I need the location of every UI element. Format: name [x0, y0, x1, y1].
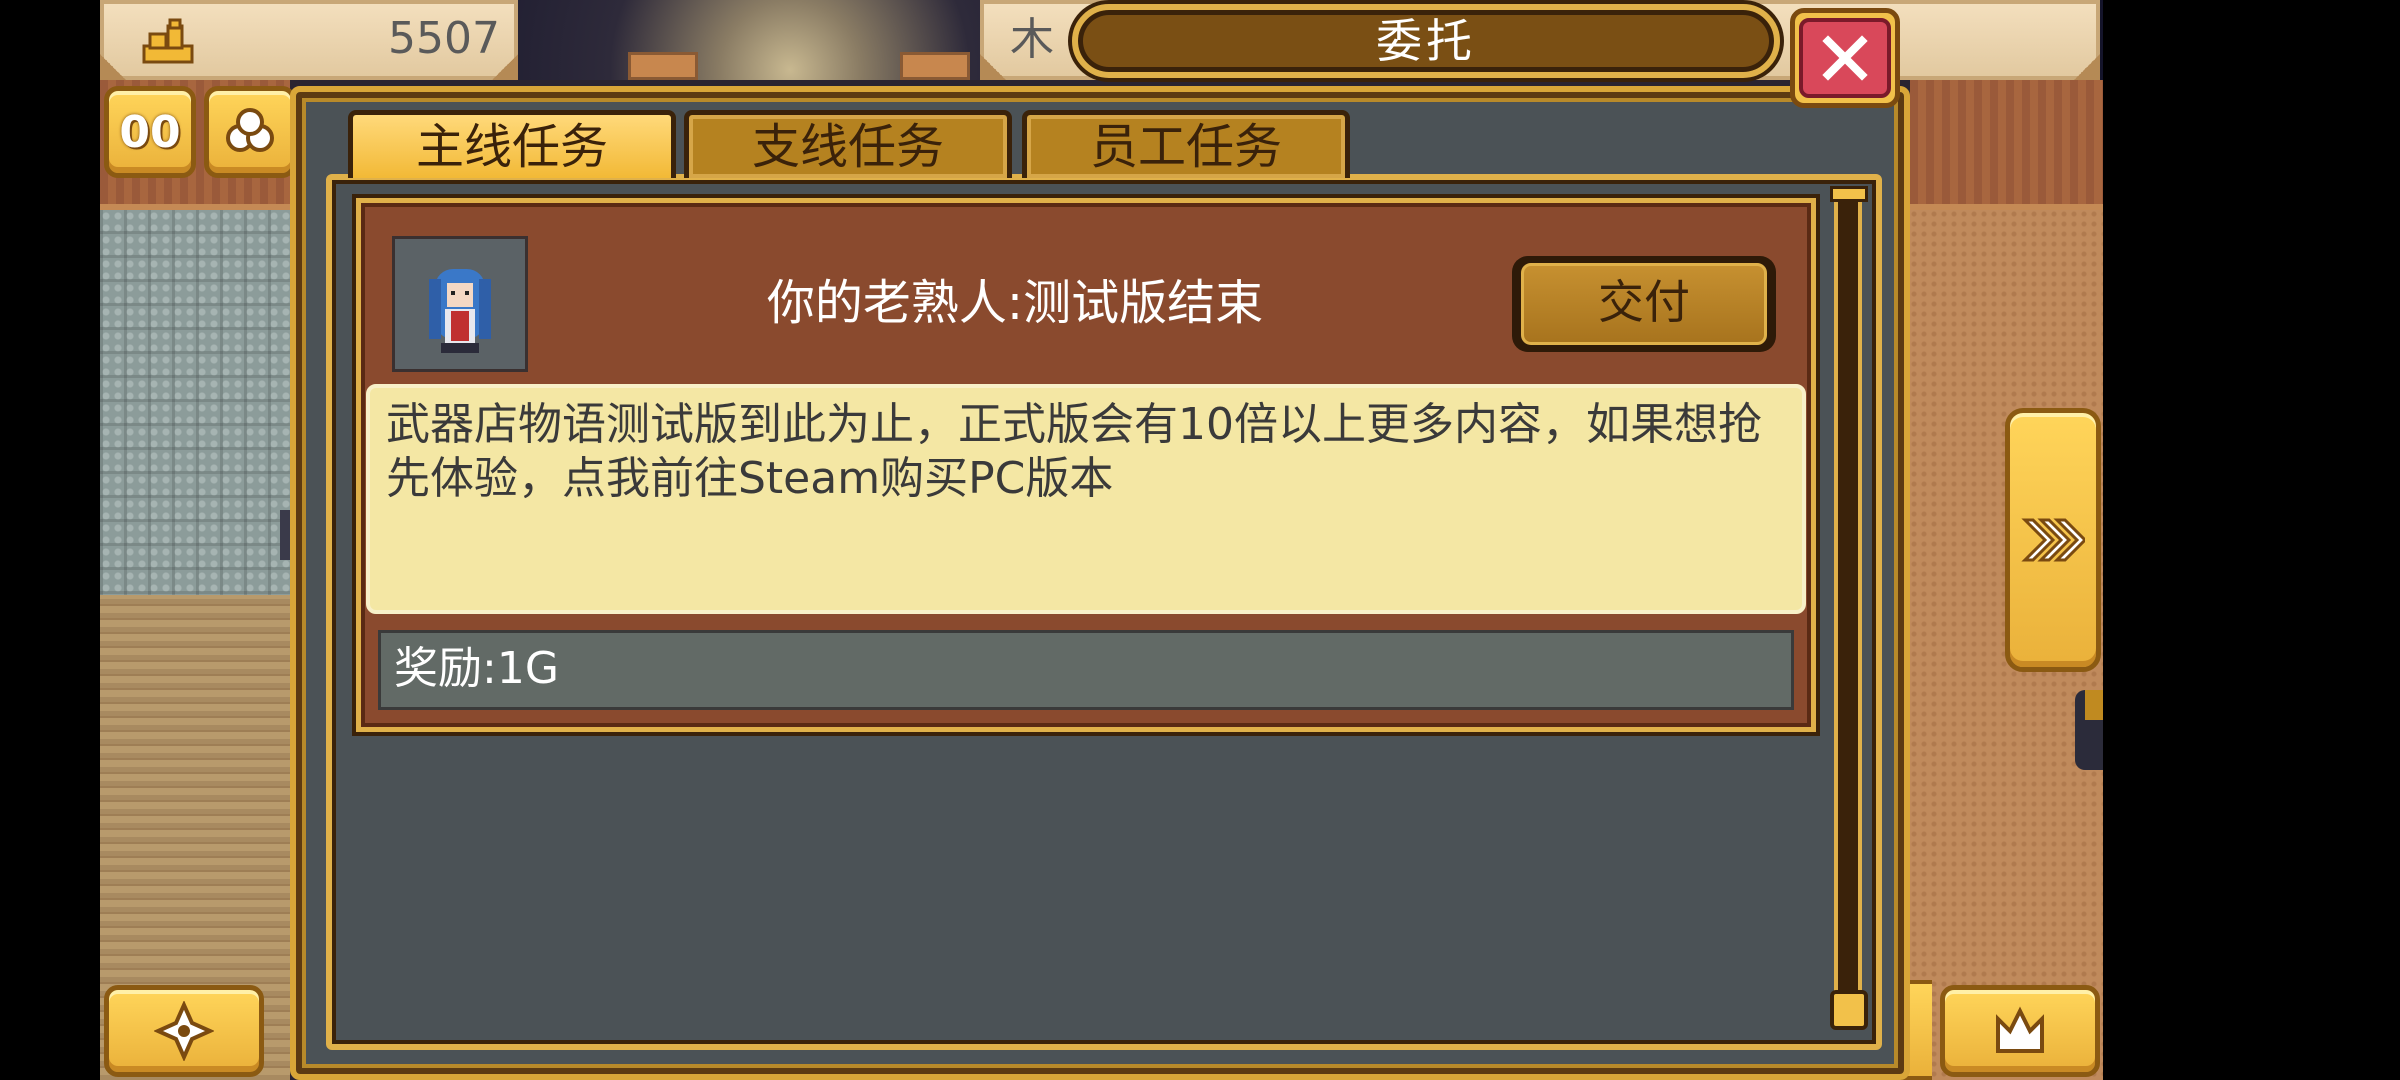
tab-staff-quests[interactable]: 员工任务 — [1022, 110, 1350, 178]
tab-side-quests[interactable]: 支线任务 — [684, 110, 1012, 178]
map-button[interactable] — [104, 985, 264, 1077]
pause-button[interactable]: 00 — [104, 86, 196, 178]
compass-icon — [154, 1001, 214, 1061]
npc-sprite — [2075, 690, 2103, 770]
dialog-title: 委托 — [1376, 14, 1476, 68]
reward-text: 奖励:1G — [394, 643, 559, 694]
quest-giver-portrait — [392, 236, 528, 372]
deliver-button-label: 交付 — [1521, 263, 1767, 345]
tab-main-quests[interactable]: 主线任务 — [348, 110, 676, 178]
quest-description[interactable]: 武器店物语测试版到此为止，正式版会有10倍以上更多内容，如果想抢先体验，点我前往… — [386, 398, 1786, 598]
quest-title: 你的老熟人:测试版结束 — [766, 275, 1264, 331]
gem-button[interactable] — [204, 86, 296, 178]
shop-button[interactable] — [1940, 985, 2100, 1077]
close-icon — [1799, 18, 1891, 98]
fast-forward-icon — [2021, 518, 2085, 562]
money-value: 5507 — [388, 13, 500, 64]
scrollbar-thumb[interactable] — [1830, 990, 1868, 1030]
shop-sign — [900, 52, 970, 80]
brick-wall-right — [1910, 80, 2103, 210]
pause-label: 00 — [119, 106, 181, 158]
deliver-button[interactable]: 交付 — [1512, 256, 1776, 352]
gold-bars-icon — [140, 18, 196, 66]
stone-floor-left — [100, 210, 290, 595]
scrollbar-top-cap — [1830, 186, 1868, 202]
close-button[interactable] — [1790, 8, 1900, 108]
crown-icon — [1996, 1006, 2044, 1053]
blue-haired-girl-portrait — [429, 269, 491, 353]
next-arrow-button[interactable] — [2005, 408, 2101, 672]
shop-sign — [628, 52, 698, 80]
scrollbar-track[interactable] — [1834, 190, 1862, 1030]
gems-icon — [226, 108, 274, 152]
